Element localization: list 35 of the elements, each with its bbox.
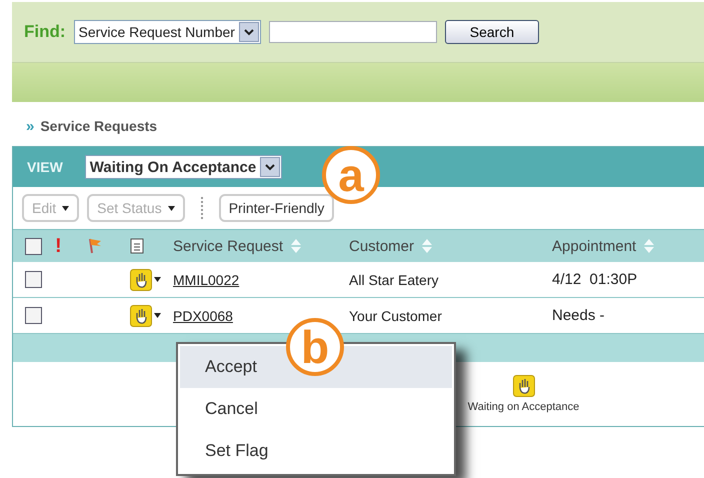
hand-icon	[130, 304, 152, 326]
row-checkbox[interactable]	[25, 271, 42, 288]
callout-marker: b	[286, 318, 344, 376]
table-cell: All Star Eatery	[349, 272, 438, 288]
table-cell: Your Customer	[349, 308, 442, 324]
search-field[interactable]	[268, 21, 437, 43]
search-button[interactable]: Search	[444, 20, 539, 44]
caret-icon	[154, 277, 161, 282]
flag-icon	[88, 238, 102, 254]
action-menu-button[interactable]	[130, 304, 161, 326]
hand-icon	[512, 375, 534, 397]
view-label: VIEW	[27, 159, 63, 175]
caret-icon[interactable]	[260, 157, 280, 177]
caret-icon	[168, 206, 175, 210]
column-header[interactable]: Customer	[349, 238, 414, 254]
breadcrumb: Service Requests	[40, 118, 158, 134]
action-menu-button[interactable]	[130, 268, 161, 290]
select-all-checkbox[interactable]	[25, 238, 42, 254]
row-checkbox[interactable]	[25, 307, 42, 324]
find-label: Find:	[24, 22, 66, 42]
search-type-select[interactable]: Service Request Number	[74, 20, 261, 44]
legend-label: Waiting on Acceptance	[468, 401, 580, 413]
view-select[interactable]: Waiting On Acceptance	[84, 155, 282, 179]
document-icon	[130, 238, 144, 254]
toolbar-button[interactable]: Printer-Friendly	[218, 194, 334, 222]
table-cell: Needs -	[552, 307, 605, 324]
hand-icon	[130, 268, 152, 290]
priority-header: !	[55, 234, 62, 258]
table-cell: 4/12 01:30P	[552, 271, 638, 288]
breadcrumb-marker: »	[26, 118, 34, 134]
request-link[interactable]: MMIL0022	[173, 272, 240, 288]
request-link[interactable]: PDX0068	[173, 308, 233, 324]
caret-icon[interactable]	[238, 22, 259, 42]
caret-icon	[154, 313, 161, 318]
caret-icon	[62, 206, 70, 210]
